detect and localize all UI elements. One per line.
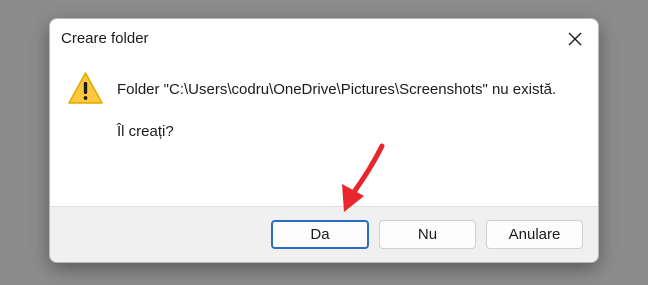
close-button[interactable] — [560, 25, 590, 53]
close-icon — [568, 32, 582, 46]
create-folder-dialog: Creare folder Folder "C:\Users\codru\One… — [49, 18, 599, 263]
dialog-title: Creare folder — [61, 30, 149, 47]
button-bar: Da Nu Anulare — [50, 206, 598, 262]
dialog-message: Folder "C:\Users\codru\OneDrive\Pictures… — [117, 81, 557, 98]
yes-button[interactable]: Da — [271, 220, 369, 249]
cancel-button[interactable]: Anulare — [486, 220, 583, 249]
warning-icon — [68, 72, 103, 104]
dialog-question: Îl creați? — [117, 123, 174, 140]
title-bar: Creare folder — [50, 19, 598, 59]
dialog-content: Folder "C:\Users\codru\OneDrive\Pictures… — [50, 59, 598, 205]
no-button[interactable]: Nu — [379, 220, 476, 249]
